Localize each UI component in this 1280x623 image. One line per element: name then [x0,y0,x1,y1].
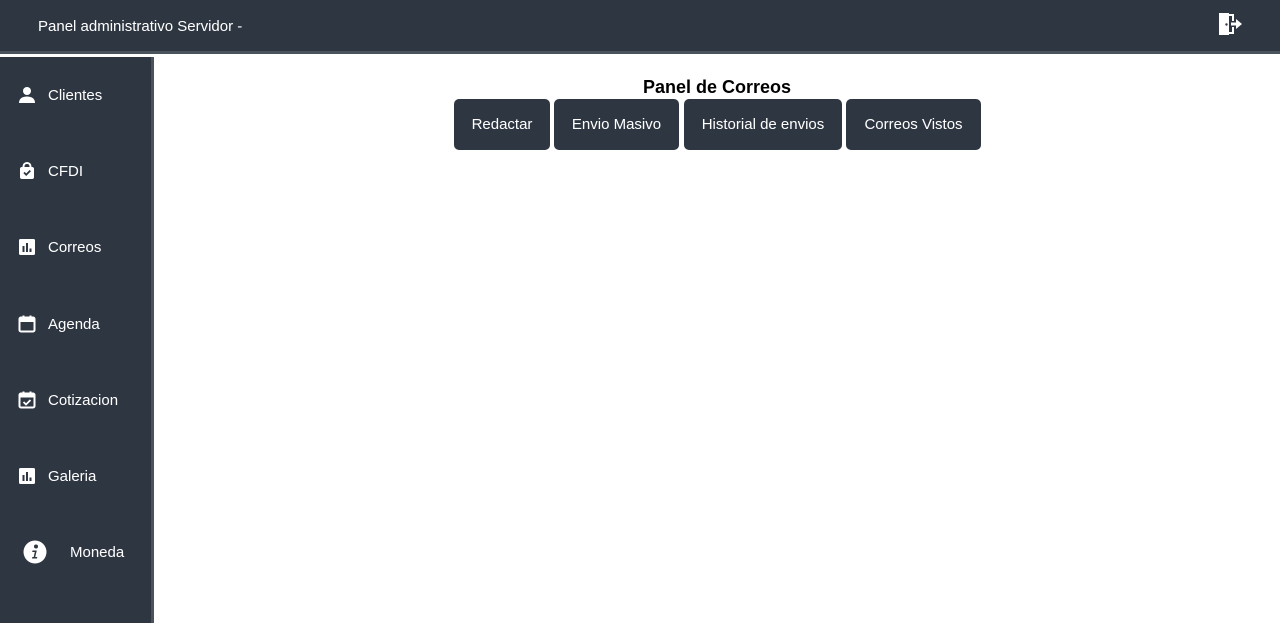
top-bar: Panel administrativo Servidor - [0,0,1280,54]
page-title: Panel de Correos [154,77,1280,98]
sidebar-item-label: Cotizacion [48,391,119,409]
envio-masivo-button[interactable]: Envio Masivo [554,99,679,150]
correos-vistos-button[interactable]: Correos Vistos [846,99,981,150]
sidebar: Clientes CFDI Correos Agenda Cotizacion … [0,57,151,623]
historial-de-envios-button[interactable]: Historial de envios [684,99,842,150]
sidebar-item-galeria[interactable]: Galeria [0,456,151,496]
shopping-bag-icon [18,162,36,180]
app-title: Panel administrativo Servidor - [38,18,243,35]
bar-chart-icon [18,467,36,485]
sidebar-item-clientes[interactable]: Clientes [0,75,151,115]
sidebar-item-moneda[interactable]: Moneda [0,532,151,572]
calendar-icon [18,315,36,333]
sidebar-item-label: Correos [48,238,102,256]
sidebar-item-cotizacion[interactable]: Cotizacion [0,380,151,420]
redactar-button[interactable]: Redactar [454,99,550,150]
sidebar-item-label: Galeria [48,467,97,485]
calendar-check-icon [18,391,36,409]
info-circle-icon [23,540,47,564]
logout-icon[interactable] [1217,12,1243,36]
page-title-text: Panel de Correos [642,77,792,97]
sidebar-item-label: CFDI [48,162,83,180]
sidebar-item-label: Clientes [48,86,103,104]
sidebar-item-agenda[interactable]: Agenda [0,304,151,344]
main-content: Panel de Correos Redactar Envio Masivo H… [154,57,1280,623]
person-icon [18,86,36,104]
sidebar-item-label: Agenda [48,315,100,333]
sidebar-item-label: Moneda [70,543,125,561]
bar-chart-icon [18,238,36,256]
sidebar-item-cfdi[interactable]: CFDI [0,151,151,191]
sidebar-item-correos[interactable]: Correos [0,227,151,267]
